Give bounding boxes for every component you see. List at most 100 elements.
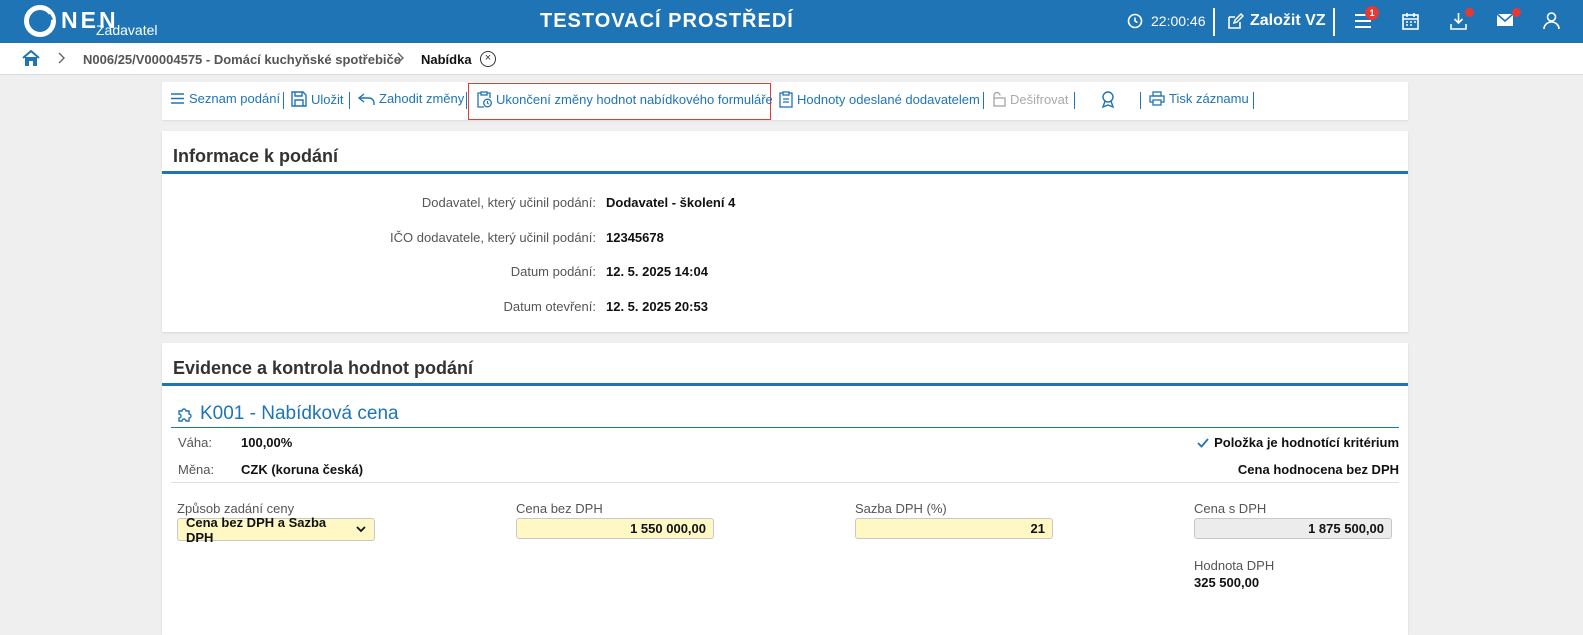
print-record-label: Tisk záznamu (1169, 91, 1249, 106)
clipboard-clock-icon (477, 91, 492, 108)
evidence-panel: Evidence a kontrola hodnot podání K001 -… (162, 343, 1408, 635)
submission-date-label: Datum podání: (510, 264, 596, 279)
discard-changes-button[interactable]: Zahodit změny (358, 91, 464, 106)
vat-rate-input[interactable] (855, 518, 1053, 539)
menu-button[interactable]: 1 (1354, 6, 1379, 35)
logo-mark-icon (24, 5, 56, 37)
environment-title: TESTOVACÍ PROSTŘEDÍ (540, 10, 794, 32)
decrypt-label: Dešifrovat (1010, 91, 1069, 107)
section-title: Informace k podání (173, 146, 339, 166)
price-excl-vat-input[interactable] (516, 518, 714, 539)
breadcrumb: N006/25/V00004575 - Domácí kuchyňské spo… (0, 43, 1583, 75)
submission-date-value: 12. 5. 2025 14:04 (606, 264, 708, 279)
puzzle-icon (178, 408, 192, 422)
menu-badge: 1 (1365, 6, 1379, 20)
clock-time: 22:00:46 (1151, 13, 1206, 29)
supplier-value: Dodavatel - školení 4 (606, 195, 736, 210)
breadcrumb-item-current: Nabídka (421, 52, 472, 67)
chevron-right-icon (397, 52, 404, 64)
criterion-flag-text: Položka je hodnotící kritérium (1214, 435, 1399, 450)
download-icon (1450, 13, 1467, 30)
session-clock: 22:00:46 (1127, 13, 1206, 29)
undo-icon (358, 92, 375, 105)
award-icon (1101, 91, 1115, 108)
criterion-title: K001 - Nabídková cena (176, 403, 399, 425)
action-toolbar: Seznam podání Uložit Zahodit změny Ukonč… (162, 82, 1408, 120)
supplier-values-button[interactable]: Hodnoty odeslané dodavatelem (779, 91, 980, 108)
envelope-icon (1496, 13, 1514, 26)
price-mode-select[interactable]: Cena bez DPH a Sazba DPH (177, 515, 375, 545)
toolbar-divider (1253, 92, 1254, 109)
ico-value: 12345678 (606, 230, 664, 245)
clipboard-icon (779, 91, 793, 108)
section-rule (162, 171, 1408, 174)
downloads-notification-dot (1465, 8, 1474, 17)
certificate-button[interactable] (1100, 91, 1120, 108)
price-incl-vat-label: Cena s DPH (1194, 501, 1267, 516)
user-profile-button[interactable] (1543, 12, 1560, 35)
save-button[interactable]: Uložit (291, 91, 344, 107)
close-icon[interactable]: × (480, 51, 496, 67)
opening-date-value: 12. 5. 2025 20:53 (606, 299, 708, 314)
criterion-rule (171, 427, 1399, 428)
unlock-icon (993, 91, 1006, 107)
criterion-title-text: K001 - Nabídková cena (200, 403, 399, 424)
breadcrumb-item-tender[interactable]: N006/25/V00004575 - Domácí kuchyňské spo… (83, 52, 401, 67)
toolbar-divider (983, 92, 984, 109)
toolbar-divider (349, 92, 350, 109)
vat-rate-label: Sazba DPH (%) (855, 501, 947, 516)
currency-label: Měna: (178, 462, 215, 477)
calendar-icon (1402, 13, 1419, 30)
toolbar-divider (283, 92, 284, 109)
clock-icon (1127, 13, 1143, 29)
home-icon (22, 49, 40, 66)
price-mode-value: Cena bez DPH a Sazba DPH (186, 514, 327, 545)
divider (1333, 8, 1335, 36)
toolbar-divider (1074, 92, 1075, 109)
toolbar-divider (1140, 92, 1141, 109)
criterion-flag: Položka je hodnotící kritérium (1197, 435, 1399, 450)
downloads-button[interactable] (1450, 8, 1474, 35)
submissions-list-button[interactable]: Seznam podání (170, 91, 280, 106)
end-form-changes-button[interactable]: Ukončení změny hodnot nabídkového formul… (476, 91, 773, 108)
price-incl-vat-field (1194, 518, 1392, 539)
opening-date-label: Datum otevření: (503, 299, 597, 314)
weight-value: 100,00% (241, 435, 293, 450)
chevron-down-icon (356, 526, 366, 533)
messages-notification-dot (1512, 8, 1521, 17)
ico-label: IČO dodavatele, který učinil podání: (390, 230, 596, 245)
evaluation-basis: Cena hodnocena bez DPH (1237, 462, 1399, 477)
price-excl-vat-label: Cena bez DPH (516, 501, 603, 516)
submission-info-panel: Informace k podání Dodavatel, který učin… (162, 131, 1408, 332)
logo-subtitle: Zadavatel (96, 22, 158, 38)
supplier-label: Dodavatel, který učinil podání: (421, 195, 596, 210)
weight-label: Váha: (178, 435, 212, 450)
floppy-disk-icon (291, 91, 307, 107)
printer-icon (1149, 91, 1165, 106)
vat-amount-label: Hodnota DPH (1194, 558, 1275, 573)
calendar-button[interactable] (1402, 12, 1419, 35)
supplier-values-label: Hodnoty odeslané dodavatelem (797, 92, 980, 107)
end-form-changes-label: Ukončení změny hodnot nabídkového formul… (496, 92, 773, 107)
discard-changes-label: Zahodit změny (379, 91, 465, 106)
divider (171, 482, 1399, 483)
create-vz-label: Založit VZ (1250, 12, 1326, 29)
edit-icon (1228, 12, 1244, 29)
vat-amount-value: 325 500,00 (1194, 575, 1260, 590)
home-link[interactable] (22, 49, 40, 72)
print-record-button[interactable]: Tisk záznamu (1149, 91, 1249, 106)
section-title: Evidence a kontrola hodnot podání (173, 358, 474, 378)
toolbar-divider (466, 92, 467, 109)
chevron-right-icon (58, 52, 65, 64)
currency-value: CZK (koruna česká) (241, 462, 364, 477)
messages-button[interactable] (1496, 8, 1521, 33)
top-bar: NEN Zadavatel TESTOVACÍ PROSTŘEDÍ 22:00:… (0, 0, 1583, 43)
submissions-list-label: Seznam podání (189, 91, 281, 106)
save-label: Uložit (311, 91, 344, 107)
create-vz-button[interactable]: Založit VZ (1227, 12, 1326, 30)
list-icon (171, 93, 184, 104)
decrypt-button[interactable]: Dešifrovat (991, 91, 1069, 107)
section-rule (162, 383, 1408, 386)
divider (1213, 8, 1215, 36)
checkmark-icon (1197, 437, 1209, 448)
